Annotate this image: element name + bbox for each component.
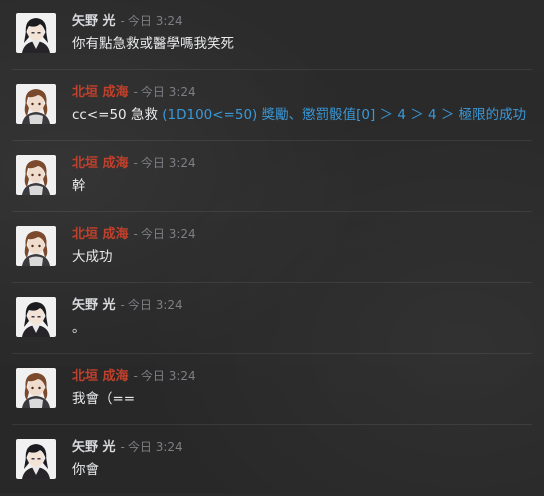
message-body: cc<=50 急救 bbox=[72, 107, 163, 123]
author-name[interactable]: 北垣 成海 bbox=[72, 227, 129, 242]
dark-haired-character-avatar-icon bbox=[16, 439, 56, 479]
chat-message: 矢野 光 - 今日 3:24 。 bbox=[0, 284, 544, 354]
brown-haired-character-avatar-icon bbox=[16, 226, 56, 266]
timestamp: 今日 3:24 bbox=[140, 85, 196, 99]
author-name[interactable]: 矢野 光 bbox=[72, 14, 116, 29]
header-separator: - bbox=[120, 298, 125, 312]
chat-message: 矢野 光 - 今日 3:24 你有點急救或醫學嗎我笑死 bbox=[0, 0, 544, 70]
message-text: 。 bbox=[72, 319, 86, 337]
dice-roll-result: (1D100<=50) 獎勵、懲罰骰值[0] ＞ 4 ＞ 4 ＞ 極限的成功 bbox=[162, 107, 527, 123]
author-name[interactable]: 矢野 光 bbox=[72, 298, 116, 313]
author-name[interactable]: 矢野 光 bbox=[72, 440, 116, 455]
message-header: 矢野 光 - 今日 3:24 bbox=[72, 438, 183, 455]
message-header: 北垣 成海 - 今日 3:24 bbox=[72, 367, 196, 384]
author-name[interactable]: 北垣 成海 bbox=[72, 85, 129, 100]
message-body: 幹 bbox=[72, 178, 86, 194]
author-name[interactable]: 北垣 成海 bbox=[72, 369, 129, 384]
chat-message: 北垣 成海 - 今日 3:24 大成功 bbox=[0, 213, 544, 283]
chat-message: 北垣 成海 - 今日 3:24 幹 bbox=[0, 142, 544, 212]
brown-haired-character-avatar-icon bbox=[16, 84, 56, 124]
message-text: 你有點急救或醫學嗎我笑死 bbox=[72, 35, 234, 53]
timestamp: 今日 3:24 bbox=[140, 156, 196, 170]
message-text: 我會（== bbox=[72, 390, 135, 408]
chat-message: 矢野 光 - 今日 3:24 你會 bbox=[0, 426, 544, 496]
message-header: 北垣 成海 - 今日 3:24 bbox=[72, 154, 196, 171]
brown-haired-character-avatar-icon bbox=[16, 155, 56, 195]
header-separator: - bbox=[133, 369, 138, 383]
author-avatar[interactable] bbox=[16, 297, 56, 337]
message-header: 矢野 光 - 今日 3:24 bbox=[72, 296, 183, 313]
message-body: 大成功 bbox=[72, 249, 113, 265]
message-header: 北垣 成海 - 今日 3:24 bbox=[72, 225, 196, 242]
author-avatar[interactable] bbox=[16, 226, 56, 266]
author-avatar[interactable] bbox=[16, 368, 56, 408]
author-avatar[interactable] bbox=[16, 84, 56, 124]
message-text: 你會 bbox=[72, 461, 99, 479]
dark-haired-character-avatar-icon bbox=[16, 13, 56, 53]
message-text: 大成功 bbox=[72, 248, 113, 266]
author-name[interactable]: 北垣 成海 bbox=[72, 156, 129, 171]
dark-haired-character-avatar-icon bbox=[16, 297, 56, 337]
timestamp: 今日 3:24 bbox=[127, 440, 183, 454]
message-header: 矢野 光 - 今日 3:24 bbox=[72, 12, 183, 29]
author-avatar[interactable] bbox=[16, 439, 56, 479]
message-body: 你會 bbox=[72, 462, 99, 478]
timestamp: 今日 3:24 bbox=[140, 227, 196, 241]
header-separator: - bbox=[133, 156, 138, 170]
author-avatar[interactable] bbox=[16, 155, 56, 195]
header-separator: - bbox=[120, 440, 125, 454]
timestamp: 今日 3:24 bbox=[140, 369, 196, 383]
chat-message: 北垣 成海 - 今日 3:24 cc<=50 急救 (1D100<=50) 獎勵、懲… bbox=[0, 71, 544, 141]
message-text: 幹 bbox=[72, 177, 86, 195]
header-separator: - bbox=[133, 227, 138, 241]
message-body: 我會（== bbox=[72, 391, 136, 407]
message-header: 北垣 成海 - 今日 3:24 bbox=[72, 83, 196, 100]
message-body: 你有點急救或醫學嗎我笑死 bbox=[72, 36, 234, 52]
chat-message: 北垣 成海 - 今日 3:24 我會（== bbox=[0, 355, 544, 425]
timestamp: 今日 3:24 bbox=[127, 14, 183, 28]
message-body: 。 bbox=[72, 320, 86, 336]
brown-haired-character-avatar-icon bbox=[16, 368, 56, 408]
header-separator: - bbox=[120, 14, 125, 28]
timestamp: 今日 3:24 bbox=[127, 298, 183, 312]
author-avatar[interactable] bbox=[16, 13, 56, 53]
message-text: cc<=50 急救 (1D100<=50) 獎勵、懲罰骰值[0] ＞ 4 ＞ 4… bbox=[72, 106, 526, 124]
header-separator: - bbox=[133, 85, 138, 99]
chat-log: 矢野 光 - 今日 3:24 你有點急救或醫學嗎我笑死 北垣 成海 - 今日 3:24 bbox=[0, 0, 544, 493]
